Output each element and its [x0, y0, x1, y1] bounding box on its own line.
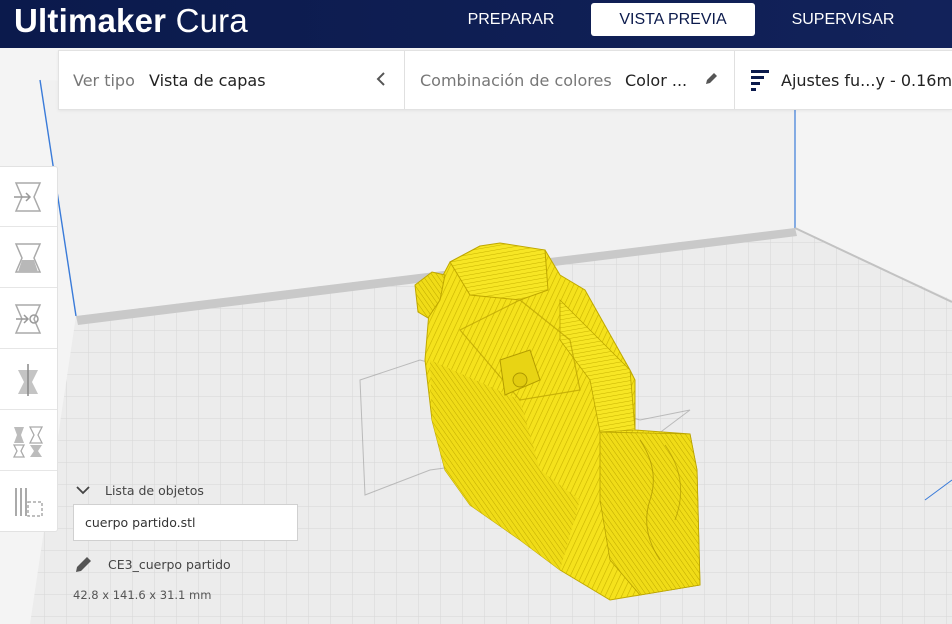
scale-tool-button[interactable] [0, 228, 57, 288]
object-list: cuerpo partido.stl [73, 504, 298, 541]
mirror-tool-button[interactable] [0, 350, 57, 410]
rotate-tool-button[interactable] [0, 289, 57, 349]
support-blocker-icon [15, 488, 43, 517]
app-logo: Ultimaker Cura [14, 2, 248, 40]
logo-bold-text: Ultimaker [14, 2, 167, 39]
edit-pencil-icon[interactable] [73, 555, 93, 575]
pencil-icon[interactable] [703, 71, 719, 91]
view-type-value: Vista de capas [149, 71, 266, 90]
color-scheme-value: Color ... [625, 71, 688, 90]
tab-monitor[interactable]: SUPERVISAR [772, 3, 914, 36]
print-settings-value: Ajustes fu...y - 0.16mm [781, 71, 952, 90]
tab-preview[interactable]: VISTA PREVIA [591, 3, 755, 36]
view-type-label: Ver tipo [73, 71, 135, 90]
move-icon [14, 182, 42, 212]
view-type-selector[interactable]: Ver tipo Vista de capas [59, 51, 404, 109]
logo-light-text: Cura [175, 2, 248, 39]
mirror-icon [18, 364, 38, 396]
app-header: Ultimaker Cura PREPARAR VISTA PREVIA SUP… [0, 0, 952, 48]
per-model-settings-button[interactable] [0, 411, 57, 471]
print-settings-selector[interactable]: Ajustes fu...y - 0.16mm [735, 51, 952, 109]
color-scheme-label: Combinación de colores [420, 71, 612, 90]
color-scheme-selector[interactable]: Combinación de colores Color ... [405, 51, 733, 109]
move-tool-button[interactable] [0, 167, 57, 227]
model-dimensions: 42.8 x 141.6 x 31.1 mm [73, 588, 212, 602]
tool-panel [0, 166, 58, 532]
job-name[interactable]: CE3_cuerpo partido [108, 557, 231, 572]
tab-prepare[interactable]: PREPARAR [448, 3, 574, 36]
chevron-down-icon [76, 486, 90, 495]
settings-bars-icon [751, 69, 771, 95]
object-list-item[interactable]: cuerpo partido.stl [85, 515, 196, 530]
chevron-left-icon[interactable] [375, 71, 387, 91]
support-blocker-button[interactable] [0, 472, 57, 532]
object-list-label: Lista de objetos [105, 483, 204, 498]
scale-icon [14, 243, 42, 273]
preview-toolbar: Ver tipo Vista de capas Combinación de c… [58, 50, 952, 110]
rotate-icon [14, 304, 42, 334]
per-model-settings-icon [12, 426, 44, 458]
